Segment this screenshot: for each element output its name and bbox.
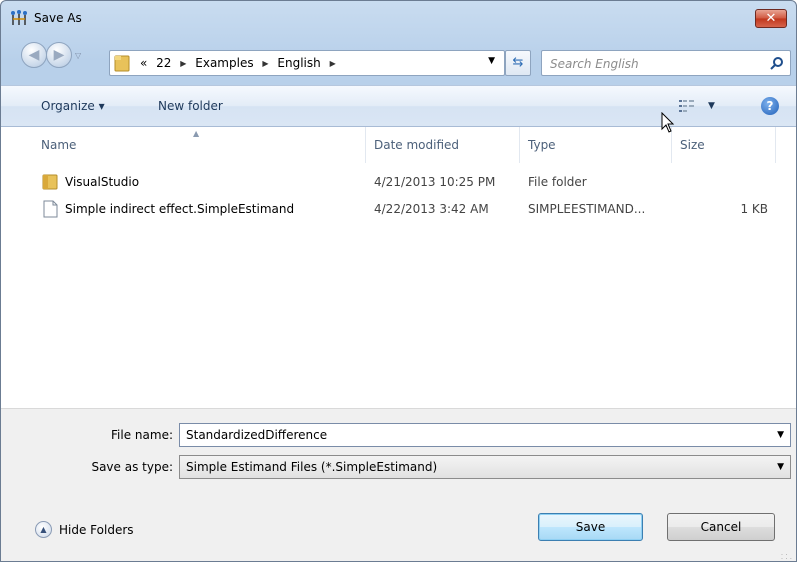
save-form: File name: StandardizedDifference ▼ Save… — [1, 408, 796, 561]
new-folder-button[interactable]: New folder — [158, 99, 223, 113]
recent-pages-dropdown-icon[interactable]: ▽ — [75, 51, 81, 60]
folder-icon — [42, 174, 58, 190]
back-button[interactable]: ◀ — [21, 42, 47, 68]
chevron-down-icon[interactable]: ▼ — [777, 430, 784, 440]
refresh-button[interactable]: ⇆ — [505, 50, 531, 76]
save-as-dialog: Save As ✕ ◀ ▶ ▽ « 22 ▶ Examples ▶ Englis… — [0, 0, 797, 562]
search-icon[interactable] — [770, 56, 784, 70]
chevron-right-icon[interactable]: ▶ — [180, 59, 186, 68]
view-list-icon — [679, 100, 694, 112]
file-name: Simple indirect effect.SimpleEstimand — [65, 202, 295, 216]
forward-button[interactable]: ▶ — [46, 42, 72, 68]
forward-arrow-icon: ▶ — [53, 47, 65, 63]
file-row[interactable]: Simple indirect effect.SimpleEstimand 4/… — [1, 198, 796, 220]
address-bar[interactable]: « 22 ▶ Examples ▶ English ▶ ▼ — [109, 50, 505, 76]
file-name-label: File name: — [111, 428, 173, 442]
save-button[interactable]: Save — [538, 513, 643, 541]
help-button[interactable]: ? — [761, 97, 779, 115]
breadcrumb: « 22 ▶ Examples ▶ English ▶ — [140, 56, 341, 70]
title-bar: Save As ✕ — [1, 1, 796, 35]
change-view-button[interactable]: ▼ — [679, 97, 719, 117]
back-arrow-icon: ◀ — [28, 47, 40, 63]
column-header-size[interactable]: Size — [672, 127, 776, 163]
folder-icon — [114, 55, 130, 72]
file-type: File folder — [528, 175, 587, 189]
breadcrumb-overflow[interactable]: « — [140, 56, 147, 70]
address-dropdown-icon[interactable]: ▼ — [488, 56, 495, 66]
organize-menu-button[interactable]: Organize ▾ — [41, 99, 105, 113]
file-type: SIMPLEESTIMAND... — [528, 202, 646, 216]
sort-ascending-icon: ▲ — [193, 129, 200, 138]
file-date: 4/22/2013 3:42 AM — [374, 202, 489, 216]
file-name: VisualStudio — [65, 175, 140, 189]
cancel-button[interactable]: Cancel — [667, 513, 775, 541]
file-name-field[interactable]: StandardizedDifference ▼ — [179, 423, 791, 447]
breadcrumb-item[interactable]: Examples — [195, 56, 253, 70]
save-type-value: Simple Estimand Files (*.SimpleEstimand) — [186, 460, 438, 474]
resize-grip-icon[interactable]: . .. . . — [781, 550, 792, 561]
chevron-down-icon[interactable]: ▼ — [777, 462, 784, 472]
file-size: 1 KB — [740, 202, 768, 216]
save-type-label: Save as type: — [91, 460, 173, 474]
chevron-right-icon[interactable]: ▶ — [262, 59, 268, 68]
navigation-bar: ◀ ▶ ▽ « 22 ▶ Examples ▶ English ▶ ▼ ⇆ — [1, 35, 796, 85]
search-input[interactable] — [550, 55, 750, 73]
column-header-name[interactable]: Name — [1, 127, 366, 163]
collapse-up-icon: ▲ — [35, 521, 52, 538]
hide-folders-label: Hide Folders — [59, 523, 134, 537]
search-box — [541, 50, 791, 76]
breadcrumb-item[interactable]: 22 — [156, 56, 171, 70]
file-date: 4/21/2013 10:25 PM — [374, 175, 496, 189]
breadcrumb-item[interactable]: English — [277, 56, 320, 70]
window-title: Save As — [34, 11, 82, 25]
file-list: Name ▲ Date modified Type Size VisualStu… — [1, 127, 796, 408]
file-icon — [43, 200, 58, 218]
file-row[interactable]: VisualStudio 4/21/2013 10:25 PM File fol… — [1, 171, 796, 193]
file-name-value: StandardizedDifference — [186, 428, 328, 442]
close-button[interactable]: ✕ — [755, 9, 787, 28]
view-dropdown-icon: ▼ — [708, 101, 715, 111]
app-icon — [11, 10, 27, 25]
save-type-select[interactable]: Simple Estimand Files (*.SimpleEstimand)… — [179, 455, 791, 479]
column-header-type[interactable]: Type — [520, 127, 672, 163]
mouse-cursor-icon — [661, 112, 675, 133]
refresh-icon: ⇆ — [512, 55, 524, 70]
column-header-date[interactable]: Date modified — [366, 127, 520, 163]
chevron-right-icon[interactable]: ▶ — [330, 59, 336, 68]
